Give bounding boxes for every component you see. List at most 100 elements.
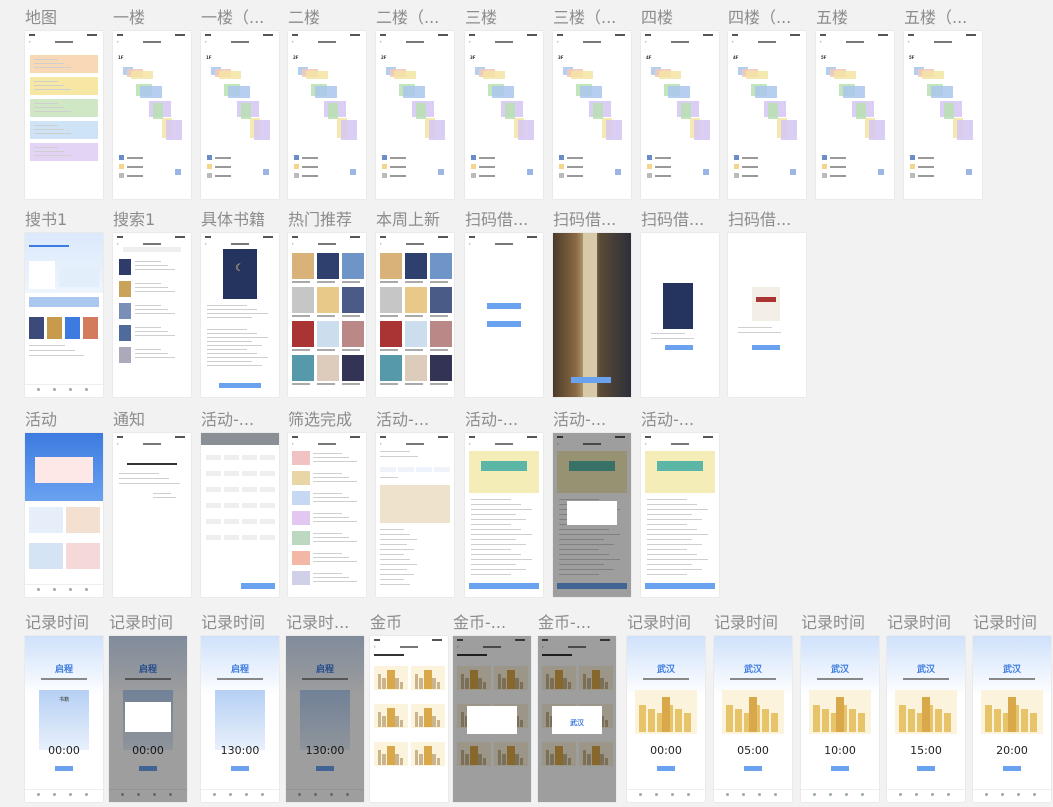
artboard-timer-city[interactable]: 武汉 05:00 [714, 636, 792, 802]
back-icon[interactable]: ‹ [908, 39, 910, 44]
back-icon[interactable]: ‹ [557, 39, 559, 44]
artboard-scan-camera[interactable] [553, 233, 631, 397]
artboard-book[interactable]: ‹ ☾ [201, 233, 279, 397]
tab-library-icon[interactable] [726, 793, 729, 796]
tab-profile-icon[interactable] [861, 793, 864, 796]
tab-library-icon[interactable] [37, 793, 40, 796]
artboard-floor[interactable]: ‹ 3F [553, 31, 631, 199]
back-icon[interactable]: ‹ [645, 39, 647, 44]
start-button[interactable] [831, 766, 849, 771]
tab-profile-icon[interactable] [261, 793, 264, 796]
tab-profile-icon[interactable] [85, 793, 88, 796]
artboard-timer-city[interactable]: 武汉 15:00 [887, 636, 965, 802]
tab-library-icon[interactable] [899, 793, 902, 796]
start-button[interactable] [1003, 766, 1021, 771]
tab-timer-icon[interactable] [829, 793, 832, 796]
artboard-floor[interactable]: ‹ 5F [904, 31, 982, 199]
start-button[interactable] [744, 766, 762, 771]
artboard-floor[interactable]: ‹ 4F [641, 31, 719, 199]
artboard-coins-modal2[interactable]: ‹ 武汉 [538, 636, 616, 802]
tab-activity-icon[interactable] [69, 588, 72, 591]
artboard-scan-result2[interactable] [728, 233, 806, 397]
artboard-floor[interactable]: ‹ 4F [728, 31, 806, 199]
artboard-grid[interactable]: ‹ [376, 233, 454, 397]
tab-activity-icon[interactable] [671, 793, 674, 796]
back-icon[interactable]: ‹ [205, 39, 207, 44]
tab-library-icon[interactable] [985, 793, 988, 796]
back-icon[interactable]: ‹ [645, 441, 647, 446]
tab-library-icon[interactable] [37, 388, 40, 391]
artboard-timer-city[interactable]: 武汉 10:00 [801, 636, 879, 802]
tab-activity-icon[interactable] [845, 793, 848, 796]
tab-profile-icon[interactable] [1033, 793, 1036, 796]
back-icon[interactable]: ‹ [374, 644, 376, 649]
back-icon[interactable]: ‹ [380, 241, 382, 246]
tab-activity-icon[interactable] [931, 793, 934, 796]
back-icon[interactable]: ‹ [732, 39, 734, 44]
back-icon[interactable]: ‹ [29, 39, 31, 44]
artboard-coins[interactable]: ‹ [370, 636, 448, 802]
tab-activity-icon[interactable] [69, 388, 72, 391]
join-button[interactable] [469, 583, 539, 589]
tab-library-icon[interactable] [213, 793, 216, 796]
back-icon[interactable]: ‹ [380, 39, 382, 44]
tab-library-icon[interactable] [639, 793, 642, 796]
artboard-event[interactable]: ‹ [465, 433, 543, 597]
artboard-tags[interactable]: ‹ [376, 433, 454, 597]
artboard-list[interactable]: ‹ [288, 433, 366, 597]
artboard-search[interactable]: ‹ [113, 233, 191, 397]
tab-library-icon[interactable] [37, 588, 40, 591]
artboard-timer[interactable]: 启程 书籍 00:00 [25, 636, 103, 802]
back-icon[interactable]: ‹ [469, 441, 471, 446]
scan-button[interactable] [571, 377, 611, 383]
back-icon[interactable]: ‹ [117, 39, 119, 44]
back-icon[interactable]: ‹ [205, 241, 207, 246]
borrow-button[interactable] [219, 383, 261, 388]
scan-borrow-button[interactable] [487, 303, 521, 309]
artboard-timer-city[interactable]: 武汉 00:00 [627, 636, 705, 802]
back-icon[interactable]: ‹ [292, 441, 294, 446]
tab-timer-icon[interactable] [229, 793, 232, 796]
artboard-event-modal[interactable]: ‹ [553, 433, 631, 597]
confirm-borrow-button[interactable] [752, 345, 780, 350]
tab-timer-icon[interactable] [1001, 793, 1004, 796]
artboard-scan-result[interactable] [641, 233, 719, 397]
artboard-floor[interactable]: ‹ 2F [376, 31, 454, 199]
artboard-notice[interactable]: ‹ [113, 433, 191, 597]
tab-timer-icon[interactable] [53, 388, 56, 391]
back-icon[interactable]: ‹ [117, 441, 119, 446]
artboard-activity[interactable] [25, 433, 103, 597]
tab-timer-icon[interactable] [53, 793, 56, 796]
artboard-timer-city[interactable]: 武汉 20:00 [973, 636, 1051, 802]
tab-activity-icon[interactable] [758, 793, 761, 796]
artboard-timer-modal[interactable]: 启程 00:00 [109, 636, 187, 802]
tab-profile-icon[interactable] [687, 793, 690, 796]
back-icon[interactable]: ‹ [292, 241, 294, 246]
artboard-timer[interactable]: 启程 130:00 [201, 636, 279, 802]
artboard-timer-dark[interactable]: 启程 130:00 [286, 636, 364, 802]
artboard-floor[interactable]: ‹ 5F [816, 31, 894, 199]
back-icon[interactable]: ‹ [380, 441, 382, 446]
back-icon[interactable]: ‹ [292, 39, 294, 44]
back-icon[interactable]: ‹ [469, 39, 471, 44]
tab-timer-icon[interactable] [915, 793, 918, 796]
artboard-floor[interactable]: ‹ 3F [465, 31, 543, 199]
join-button[interactable] [645, 583, 715, 589]
tab-profile-icon[interactable] [947, 793, 950, 796]
artboard-event[interactable]: ‹ [641, 433, 719, 597]
tab-profile-icon[interactable] [85, 388, 88, 391]
artboard-grid[interactable]: ‹ [288, 233, 366, 397]
back-icon[interactable]: ‹ [820, 39, 822, 44]
artboard-scan-blank[interactable]: ‹ [465, 233, 543, 397]
tab-library-icon[interactable] [813, 793, 816, 796]
start-button[interactable] [917, 766, 935, 771]
confirm-borrow-button[interactable] [665, 345, 693, 350]
artboard-filter[interactable] [201, 433, 279, 597]
artboard-floor[interactable]: ‹ 1F [201, 31, 279, 199]
back-icon[interactable]: ‹ [469, 241, 471, 246]
tab-profile-icon[interactable] [774, 793, 777, 796]
tab-activity-icon[interactable] [245, 793, 248, 796]
artboard-floor[interactable]: ‹ 1F [113, 31, 191, 199]
artboard-floor[interactable]: ‹ 2F [288, 31, 366, 199]
tab-timer-icon[interactable] [742, 793, 745, 796]
